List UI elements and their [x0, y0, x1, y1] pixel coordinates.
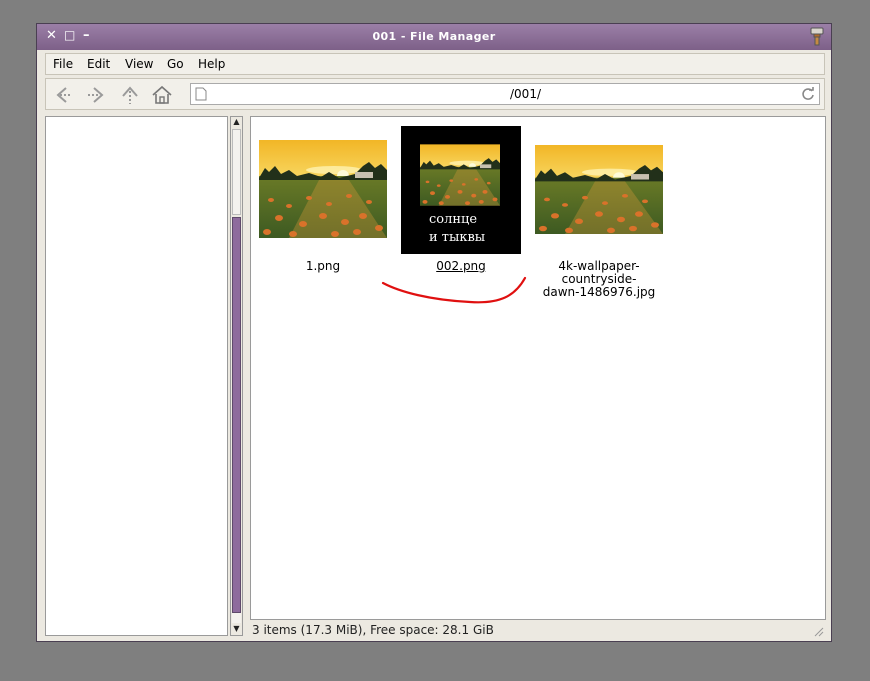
menu-help[interactable]: Help	[198, 57, 225, 71]
scroll-thumb[interactable]	[232, 217, 241, 613]
side-pane[interactable]	[45, 116, 228, 636]
location-bar[interactable]	[190, 83, 820, 105]
resize-grip-icon[interactable]	[812, 625, 824, 637]
file-view[interactable]: 1.png солнце и тыквы 002.png 4k-wallpape…	[250, 116, 826, 620]
up-arrow-icon[interactable]	[118, 83, 142, 107]
menu-go[interactable]: Go	[167, 57, 184, 71]
window-title: 001 - File Manager	[372, 30, 496, 43]
scroll-track[interactable]	[232, 129, 241, 215]
scroll-down-icon[interactable]: ▼	[232, 624, 241, 634]
menu-edit[interactable]: Edit	[87, 57, 110, 71]
menu-file[interactable]: File	[53, 57, 73, 71]
file-name-line3: dawn-1486976.jpg	[542, 285, 656, 299]
file-item[interactable]: 4k-wallpaper- countryside- dawn-1486976.…	[535, 145, 665, 305]
file-name: 1.png	[305, 259, 341, 273]
scroll-up-icon[interactable]: ▲	[232, 117, 241, 127]
file-name: 002.png	[436, 259, 486, 273]
scroll-track-lower[interactable]	[232, 613, 241, 623]
menu-bar: File Edit View Go Help	[45, 53, 825, 75]
back-arrow-icon[interactable]	[52, 83, 76, 107]
file-item-selected[interactable]: солнце и тыквы 002.png	[401, 126, 521, 286]
image-thumbnail	[535, 145, 663, 234]
file-manager-window: ✕ □ – 001 - File Manager File Edit View …	[36, 23, 832, 642]
status-text: 3 items (17.3 MiB), Free space: 28.1 GiB	[252, 623, 494, 637]
image-thumbnail	[259, 140, 387, 238]
location-input[interactable]	[191, 87, 541, 101]
thumbnail-caption-line1: солнце	[429, 212, 478, 227]
thumbnail-caption-line2: и тыквы	[429, 230, 486, 245]
app-brush-icon	[810, 27, 824, 46]
file-item[interactable]: 1.png	[259, 140, 389, 280]
status-bar: 3 items (17.3 MiB), Free space: 28.1 GiB	[250, 621, 826, 639]
menu-view[interactable]: View	[125, 57, 153, 71]
title-bar[interactable]: ✕ □ – 001 - File Manager	[37, 24, 831, 50]
toolbar	[45, 78, 825, 110]
home-icon[interactable]	[150, 83, 174, 107]
forward-arrow-icon[interactable]	[84, 83, 108, 107]
image-thumbnail	[420, 144, 500, 206]
side-pane-scrollbar[interactable]: ▲ ▼	[230, 116, 243, 636]
reload-icon[interactable]	[800, 86, 816, 102]
